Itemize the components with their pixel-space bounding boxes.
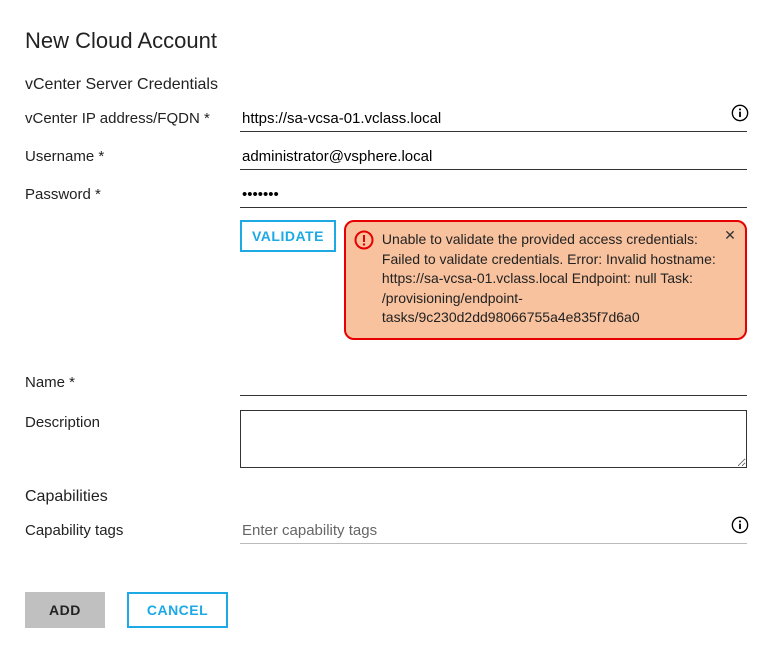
password-label: Password *	[25, 182, 240, 203]
username-row: Username *	[25, 144, 747, 170]
name-label: Name *	[25, 370, 240, 391]
ip-row: vCenter IP address/FQDN *	[25, 106, 747, 132]
description-row: Description	[25, 410, 747, 468]
ip-label: vCenter IP address/FQDN *	[25, 106, 240, 127]
tags-input[interactable]	[240, 518, 747, 544]
error-icon	[354, 230, 374, 250]
cancel-button[interactable]: CANCEL	[127, 592, 228, 628]
info-icon[interactable]	[731, 516, 749, 534]
tags-row: Capability tags	[25, 518, 747, 544]
page-title: New Cloud Account	[25, 28, 747, 54]
error-message-box: ✕ Unable to validate the provided access…	[344, 220, 747, 340]
validate-button[interactable]: VALIDATE	[240, 220, 336, 252]
password-input[interactable]	[240, 182, 747, 208]
password-row: Password *	[25, 182, 747, 208]
ip-input[interactable]	[240, 106, 747, 132]
description-label: Description	[25, 410, 240, 431]
credentials-heading: vCenter Server Credentials	[25, 76, 747, 94]
username-label: Username *	[25, 144, 240, 165]
username-input[interactable]	[240, 144, 747, 170]
error-text: Unable to validate the provided access c…	[382, 231, 716, 325]
name-input[interactable]	[240, 370, 747, 396]
capabilities-heading: Capabilities	[25, 488, 747, 506]
add-button[interactable]: ADD	[25, 592, 105, 628]
description-input[interactable]	[240, 410, 747, 468]
close-icon[interactable]: ✕	[723, 228, 737, 242]
name-row: Name *	[25, 370, 747, 396]
info-icon[interactable]	[731, 104, 749, 122]
tags-label: Capability tags	[25, 518, 240, 539]
